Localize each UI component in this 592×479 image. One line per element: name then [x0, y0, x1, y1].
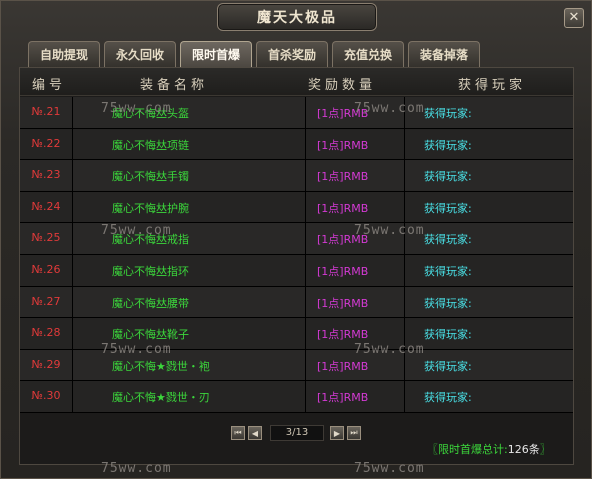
row-number: №.21: [31, 105, 61, 118]
row-number: №.29: [31, 357, 61, 371]
player-label: 获得玩家:: [424, 296, 472, 310]
watermark: 75ww.com: [101, 223, 172, 238]
table-row[interactable]: №.30 魔心不悔★戮世・刃 [1点]RMB 获得玩家:: [20, 381, 573, 413]
last-page-button[interactable]: ⏭: [347, 426, 361, 440]
player-label: 获得玩家:: [424, 138, 472, 152]
title-plate: 魔天大极品: [217, 3, 377, 31]
watermark: 75ww.com: [354, 101, 425, 116]
item-name: 魔心不悔★戮世・袍: [112, 359, 210, 373]
reward-amount: [1点]RMB: [317, 201, 369, 215]
total-suffix: 〗: [539, 443, 551, 456]
tab-recharge[interactable]: 充值兑换: [332, 41, 404, 67]
item-name: 魔心不悔★戮世・刃: [112, 391, 210, 405]
reward-amount: [1点]RMB: [317, 328, 369, 342]
header-no: 编号: [32, 78, 67, 93]
tab-drops[interactable]: 装备掉落: [408, 41, 480, 67]
item-name: 魔心不悔𠀤护腕: [112, 201, 189, 215]
row-number: №.24: [31, 199, 61, 213]
row-number: №.26: [31, 262, 61, 276]
row-number: №.22: [31, 136, 61, 150]
item-name: 魔心不悔𠀤腰带: [112, 296, 189, 310]
watermark: 75ww.com: [354, 342, 425, 357]
table-row[interactable]: №.22 魔心不悔𠀤项链 [1点]RMB 获得玩家:: [20, 128, 573, 161]
table-row[interactable]: №.27 魔心不悔𠀤腰带 [1点]RMB 获得玩家:: [20, 286, 573, 319]
total-prefix: 〖限时首爆总计:: [427, 443, 508, 456]
player-label: 获得玩家:: [424, 391, 472, 405]
next-page-button[interactable]: ▶: [330, 426, 344, 440]
tab-first-drop[interactable]: 限时首爆: [180, 41, 252, 67]
header-player: 获得玩家: [458, 78, 527, 93]
player-label: 获得玩家:: [424, 264, 472, 278]
content-panel: 编号 装备名称 奖励数量 获得玩家 №.21 魔心不悔𠀤头盔 [1点]RMB 获…: [19, 67, 574, 465]
item-name: 魔心不悔𠀤项链: [112, 138, 189, 152]
reward-amount: [1点]RMB: [317, 138, 369, 152]
row-number: №.30: [31, 389, 61, 403]
tab-bar: 自助提现 永久回收 限时首爆 首杀奖励 充值兑换 装备掉落: [28, 41, 484, 67]
watermark: 75ww.com: [101, 342, 172, 357]
close-button[interactable]: ✕: [564, 8, 584, 28]
table-row[interactable]: №.24 魔心不悔𠀤护腕 [1点]RMB 获得玩家:: [20, 191, 573, 224]
reward-amount: [1点]RMB: [317, 170, 369, 184]
tab-first-kill[interactable]: 首杀奖励: [256, 41, 328, 67]
table-body: №.21 魔心不悔𠀤头盔 [1点]RMB 获得玩家: №.22 魔心不悔𠀤项链 …: [20, 97, 573, 413]
reward-amount: [1点]RMB: [317, 391, 369, 405]
watermark: 75ww.com: [354, 223, 425, 238]
player-label: 获得玩家:: [424, 359, 472, 373]
first-page-button[interactable]: ⏮: [231, 426, 245, 440]
dialog-title: 魔天大极品: [257, 10, 337, 26]
reward-amount: [1点]RMB: [317, 264, 369, 278]
table-row[interactable]: №.26 魔心不悔𠀤指环 [1点]RMB 获得玩家:: [20, 254, 573, 287]
item-name: 魔心不悔𠀤靴子: [112, 328, 189, 342]
player-label: 获得玩家:: [424, 170, 472, 184]
header-name: 装备名称: [140, 78, 209, 93]
total-value: 126条: [507, 443, 540, 456]
row-number: №.23: [31, 168, 61, 182]
reward-amount: [1点]RMB: [317, 359, 369, 373]
item-name: 魔心不悔𠀤指环: [112, 264, 189, 278]
dialog-window: 魔天大极品 ✕ 自助提现 永久回收 限时首爆 首杀奖励 充值兑换 装备掉落 编号…: [0, 0, 592, 479]
reward-amount: [1点]RMB: [317, 296, 369, 310]
prev-page-button[interactable]: ◀: [248, 426, 262, 440]
row-number: №.28: [31, 326, 61, 340]
watermark: 75ww.com: [354, 461, 425, 476]
tab-recycle[interactable]: 永久回收: [104, 41, 176, 67]
watermark: 75ww.com: [101, 461, 172, 476]
page-indicator: 3/13: [270, 425, 324, 441]
pagination: ⏮ ◀ 3/13 ▶ ⏭: [231, 424, 364, 442]
player-label: 获得玩家:: [424, 107, 472, 120]
watermark: 75ww.com: [101, 101, 172, 116]
total-summary: 〖限时首爆总计:126条〗: [427, 441, 551, 457]
player-label: 获得玩家:: [424, 201, 472, 215]
row-number: №.25: [31, 231, 61, 245]
player-label: 获得玩家:: [424, 233, 472, 247]
tab-withdraw[interactable]: 自助提现: [28, 41, 100, 67]
header-reward: 奖励数量: [308, 78, 377, 93]
player-label: 获得玩家:: [424, 328, 472, 342]
row-number: №.27: [31, 294, 61, 308]
table-header: 编号 装备名称 奖励数量 获得玩家: [20, 68, 573, 96]
table-row[interactable]: №.23 魔心不悔𠀤手镯 [1点]RMB 获得玩家:: [20, 160, 573, 192]
item-name: 魔心不悔𠀤手镯: [112, 170, 189, 184]
